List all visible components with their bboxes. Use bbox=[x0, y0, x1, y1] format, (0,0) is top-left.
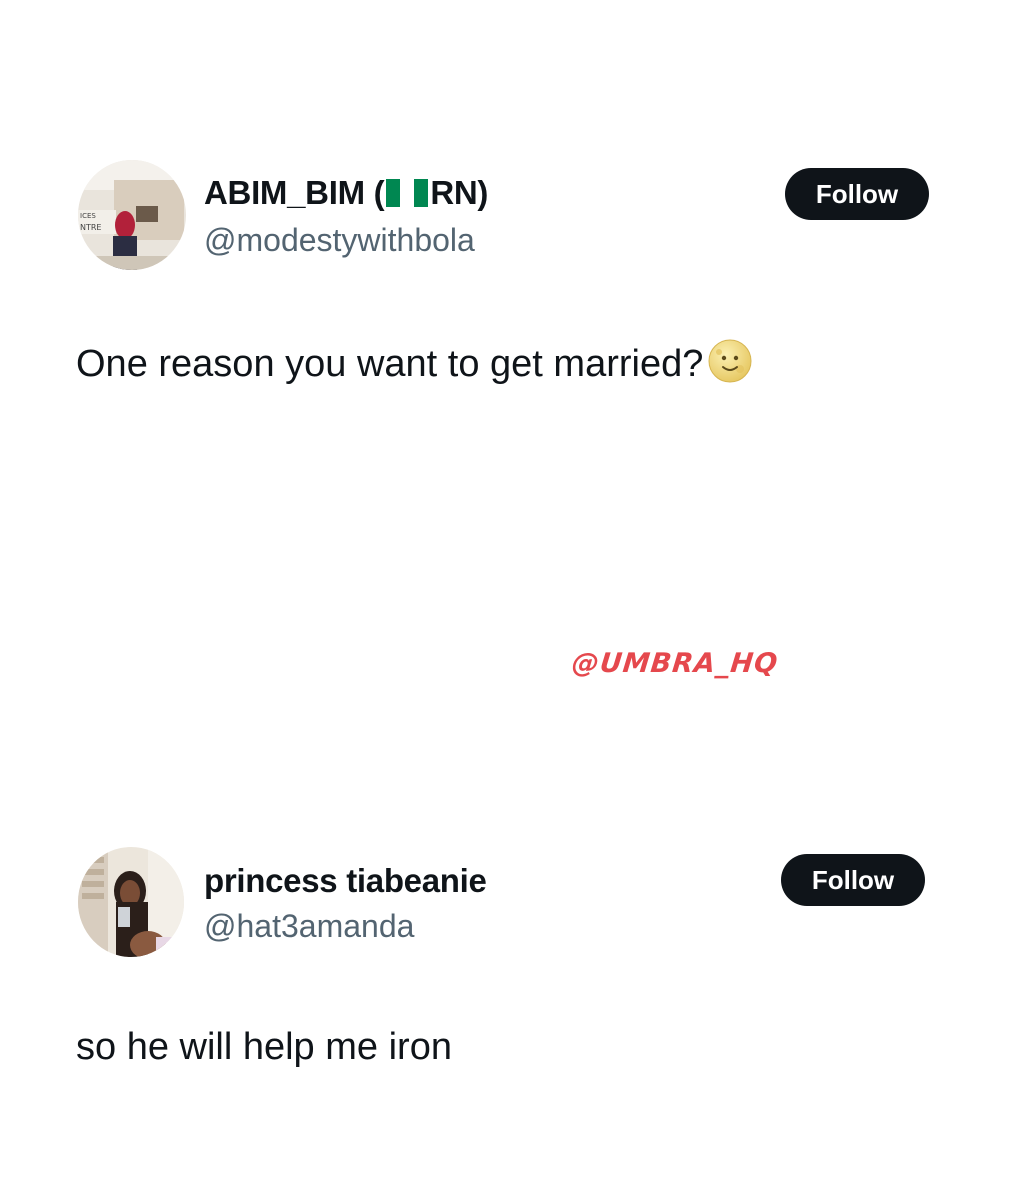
avatar[interactable] bbox=[78, 847, 184, 957]
svg-text:ICES: ICES bbox=[80, 212, 96, 220]
tweet-1: ICES NTRE ABIM_BIM ( RN) @modestywithbola… bbox=[0, 0, 1018, 560]
tweet-text: One reason you want to get married? bbox=[76, 338, 753, 394]
display-name[interactable]: ABIM_BIM ( RN) bbox=[204, 174, 488, 215]
user-handle[interactable]: @modestywithbola bbox=[204, 222, 475, 259]
full-moon-face-icon bbox=[707, 338, 753, 394]
svg-text:NTRE: NTRE bbox=[80, 223, 101, 232]
display-name[interactable]: princess tiabeanie bbox=[204, 862, 487, 900]
avatar-image: ICES NTRE bbox=[78, 160, 186, 270]
avatar[interactable]: ICES NTRE bbox=[78, 160, 186, 270]
nigeria-flag-icon bbox=[386, 177, 429, 215]
tweet-text: so he will help me iron bbox=[76, 1026, 452, 1068]
tweet-text-content: One reason you want to get married? bbox=[76, 343, 704, 385]
display-name-prefix: ABIM_BIM ( bbox=[204, 174, 385, 211]
follow-button[interactable]: Follow bbox=[785, 168, 929, 220]
watermark: @UMBRA_HQ bbox=[570, 648, 780, 679]
tweet-2: princess tiabeanie @hat3amanda Follow so… bbox=[0, 820, 1018, 1120]
avatar-image bbox=[78, 847, 184, 957]
user-handle[interactable]: @hat3amanda bbox=[204, 908, 414, 945]
follow-button[interactable]: Follow bbox=[781, 854, 925, 906]
display-name-suffix: RN) bbox=[430, 174, 489, 211]
